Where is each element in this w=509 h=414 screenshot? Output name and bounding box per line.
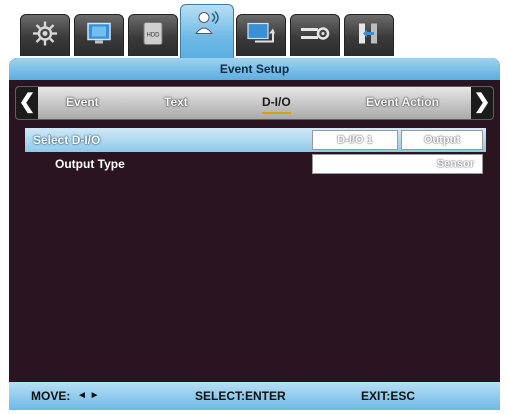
event-setup-panel: Event Setup ❮ Event Text D-I/O Event Act… xyxy=(9,58,500,410)
exit-hint: EXIT:ESC xyxy=(361,389,416,403)
exit-door-icon xyxy=(357,21,381,50)
prev-tab-arrow[interactable]: ❮ xyxy=(16,87,38,119)
tab-event[interactable] xyxy=(180,4,234,60)
next-tab-arrow[interactable]: ❯ xyxy=(471,87,493,119)
subnav-item-text[interactable]: Text xyxy=(164,95,188,109)
dio-type-value[interactable]: Output xyxy=(401,130,483,150)
hdd-icon: HDD xyxy=(142,21,164,50)
tab-configuration[interactable] xyxy=(290,14,340,56)
select-dio-row[interactable]: Select D-I/O D-I/O 1 Output xyxy=(25,128,486,152)
sub-navigation-bar: ❮ Event Text D-I/O Event Action ❯ xyxy=(15,86,494,120)
menu-tab-bar: HDD xyxy=(20,4,420,62)
subnav-item-event[interactable]: Event xyxy=(66,95,99,109)
tab-system-settings[interactable] xyxy=(20,14,70,56)
subnav-item-dio[interactable]: D-I/O xyxy=(262,95,291,114)
tab-network[interactable] xyxy=(236,14,286,56)
output-type-label: Output Type xyxy=(55,157,125,171)
move-hint: MOVE: xyxy=(31,389,71,403)
subnav-item-event-action[interactable]: Event Action xyxy=(366,95,439,109)
network-icon xyxy=(247,21,275,50)
output-type-row[interactable]: Output Type Sensor xyxy=(25,152,486,176)
output-type-value[interactable]: Sensor xyxy=(312,154,483,174)
select-hint: SELECT:ENTER xyxy=(195,389,286,403)
chevron-left-icon: ❮ xyxy=(18,91,36,113)
tab-exit[interactable] xyxy=(344,14,394,56)
tab-storage[interactable]: HDD xyxy=(128,14,178,56)
svg-text:HDD: HDD xyxy=(147,32,161,38)
sliders-gear-icon xyxy=(300,22,330,49)
dio-select-value[interactable]: D-I/O 1 xyxy=(312,130,398,150)
tab-display[interactable] xyxy=(74,14,124,56)
chevron-right-icon: ❯ xyxy=(473,91,491,113)
gear-icon xyxy=(32,20,58,51)
motion-person-icon xyxy=(192,10,222,47)
select-dio-label: Select D-I/O xyxy=(33,133,101,147)
status-bar: MOVE: ◄ ► SELECT:ENTER EXIT:ESC xyxy=(9,382,500,410)
move-arrows-icon: ◄ ► xyxy=(77,390,100,401)
monitor-icon xyxy=(86,21,112,50)
window-title: Event Setup xyxy=(9,58,500,80)
